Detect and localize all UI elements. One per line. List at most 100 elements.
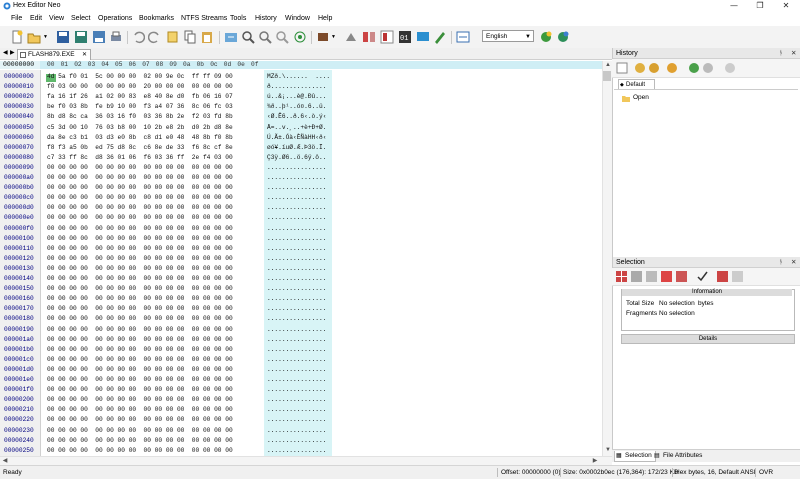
hex-row[interactable]: 00 00 00 00 00 00 00 00 00 00 00 00 00 0… [47,245,233,253]
hex-row[interactable]: fa 16 1f 26 a1 02 00 83 e8 40 8e d0 fb 0… [47,93,233,101]
hex-row[interactable]: f8 f3 a5 0b ed 75 d8 8c c6 8e de 33 f6 8… [47,144,233,152]
menu-help[interactable]: Help [316,13,334,25]
ascii-row[interactable]: ................ [267,204,326,212]
hex-row[interactable]: 00 00 00 00 00 00 00 00 00 00 00 00 00 0… [47,235,233,243]
hex-row[interactable]: 4d 5a f0 01 5c 00 00 00 02 00 9e 0c ff f… [47,73,233,81]
hex-row[interactable]: 00 00 00 00 00 00 00 00 00 00 00 00 00 0… [47,204,233,212]
ascii-row[interactable]: Å=..v.¸..+è+Ð+Ø. [267,124,326,132]
check-icon[interactable] [697,271,708,282]
menu-tools[interactable]: Tools [228,13,248,25]
tools-dropdown-icon[interactable]: ▼ [331,34,336,40]
bits-icon[interactable] [380,30,394,44]
ascii-row[interactable]: ................ [267,336,326,344]
ascii-row[interactable]: ................ [267,366,326,374]
hex-row[interactable]: 00 00 00 00 00 00 00 00 00 00 00 00 00 0… [47,295,233,303]
save-icon[interactable] [56,30,70,44]
tab-file-attributes[interactable]: ▤ File Attributes [653,451,702,461]
menu-window[interactable]: Window [283,13,312,25]
copy-icon[interactable] [183,30,197,44]
ascii-row[interactable]: ................ [267,326,326,334]
new-file-icon[interactable] [10,30,24,44]
history-save-icon[interactable] [666,62,678,74]
find-icon[interactable] [241,30,255,44]
details-header[interactable]: Details [621,334,795,344]
menu-history[interactable]: History [253,13,279,25]
scroll-left-icon[interactable]: ◀ [3,49,8,56]
hex-row[interactable]: 00 00 00 00 00 00 00 00 00 00 00 00 00 0… [47,386,233,394]
ascii-row[interactable]: ................ [267,235,326,243]
ascii-row[interactable]: ................ [267,275,326,283]
ascii-row[interactable]: ................ [267,386,326,394]
hex-row[interactable]: 00 00 00 00 00 00 00 00 00 00 00 00 00 0… [47,326,233,334]
menu-view[interactable]: View [47,13,66,25]
hex-row[interactable]: 00 00 00 00 00 00 00 00 00 00 00 00 00 0… [47,416,233,424]
ascii-row[interactable]: ................ [267,416,326,424]
compare-icon[interactable] [362,30,376,44]
ascii-row[interactable]: ú..&¡...è@.Ðû... [267,93,326,101]
ascii-row[interactable]: ................ [267,356,326,364]
document-tab[interactable]: FLASH879.EXE ✕ [17,49,91,60]
minimize-button[interactable]: — [721,0,747,12]
paste-icon[interactable] [200,30,214,44]
hex-row[interactable]: 00 00 00 00 00 00 00 00 00 00 00 00 00 0… [47,346,233,354]
ascii-row[interactable]: ................ [267,376,326,384]
select-range-icon[interactable] [661,271,672,282]
hex-row[interactable]: 00 00 00 00 00 00 00 00 00 00 00 00 00 0… [47,376,233,384]
hex-row[interactable]: 00 00 00 00 00 00 00 00 00 00 00 00 00 0… [47,366,233,374]
hex-row[interactable]: 00 00 00 00 00 00 00 00 00 00 00 00 00 0… [47,184,233,192]
ascii-row[interactable]: ................ [267,437,326,445]
hex-row[interactable]: 00 00 00 00 00 00 00 00 00 00 00 00 00 0… [47,356,233,364]
hex-row[interactable]: be f0 03 8b fe b9 10 00 f3 a4 07 36 8c 0… [47,103,233,111]
help-icon[interactable] [539,30,553,44]
hex-row[interactable]: 00 00 00 00 00 00 00 00 00 00 00 00 00 0… [47,406,233,414]
encoding-select[interactable]: English ▼ [482,30,534,42]
history-undo-icon[interactable] [634,62,646,74]
hex-row[interactable]: 00 00 00 00 00 00 00 00 00 00 00 00 00 0… [47,285,233,293]
data-icon[interactable]: 01 [398,30,412,44]
tab-selection[interactable]: ▦ Selection [614,451,656,462]
select-delete-icon[interactable] [631,271,642,282]
undo-icon[interactable] [131,30,145,44]
ascii-row[interactable]: ................ [267,255,326,263]
print-icon[interactable] [109,30,123,44]
hex-row[interactable]: 00 00 00 00 00 00 00 00 00 00 00 00 00 0… [47,447,233,455]
menu-select[interactable]: Select [69,13,92,25]
ascii-row[interactable]: ð............... [267,83,326,91]
hex-row[interactable]: 8b d8 8c ca 36 03 16 f0 03 36 8b 2e f2 0… [47,113,233,121]
ascii-row[interactable]: øó¥.íuØ.Æ.Þ3ö.Ï. [267,144,326,152]
maximize-button[interactable]: ❐ [747,0,773,12]
ascii-row[interactable]: ¾ð..þ¹..ó¤.6..ü. [267,103,326,111]
ascii-row[interactable]: ................ [267,406,326,414]
hex-row[interactable]: da 8e c3 b1 03 d3 e0 8b c8 d1 e0 48 48 8… [47,134,233,142]
history-entry[interactable]: Open [633,94,649,101]
find-prev-icon[interactable] [275,30,289,44]
patterns-icon[interactable] [344,30,358,44]
hex-row[interactable]: 00 00 00 00 00 00 00 00 00 00 00 00 00 0… [47,214,233,222]
hex-row[interactable]: 00 00 00 00 00 00 00 00 00 00 00 00 00 0… [47,225,233,233]
view-icon[interactable] [416,30,430,44]
open-file-icon[interactable] [27,30,41,44]
close-tab-icon[interactable]: ✕ [82,50,87,60]
ascii-row[interactable]: Ç3ÿ.Ø6..ö.6ÿ.ô.. [267,154,326,162]
encoding-icon[interactable] [456,30,470,44]
export-icon[interactable] [224,30,238,44]
ascii-row[interactable]: ................ [267,265,326,273]
edit-icon[interactable] [166,30,180,44]
scroll-right-icon[interactable]: ▶ [10,49,15,56]
hex-row[interactable]: 00 00 00 00 00 00 00 00 00 00 00 00 00 0… [47,174,233,182]
open-dropdown-icon[interactable]: ▼ [43,34,48,40]
select-block-icon[interactable] [646,271,657,282]
ascii-row[interactable]: ................ [267,285,326,293]
menu-edit[interactable]: Edit [28,13,44,25]
hex-row[interactable]: 00 00 00 00 00 00 00 00 00 00 00 00 00 0… [47,194,233,202]
close-panel-icon[interactable]: ✕ [791,257,796,268]
import-selection-icon[interactable] [732,271,743,282]
hex-row[interactable]: 00 00 00 00 00 00 00 00 00 00 00 00 00 0… [47,437,233,445]
ascii-row[interactable]: ................ [267,295,326,303]
ascii-row[interactable]: ................ [267,174,326,182]
hex-row[interactable]: 00 00 00 00 00 00 00 00 00 00 00 00 00 0… [47,164,233,172]
save-as-icon[interactable] [74,30,88,44]
hex-row[interactable]: 00 00 00 00 00 00 00 00 00 00 00 00 00 0… [47,396,233,404]
history-settings-icon[interactable] [724,62,736,74]
ascii-row[interactable]: ................ [267,245,326,253]
